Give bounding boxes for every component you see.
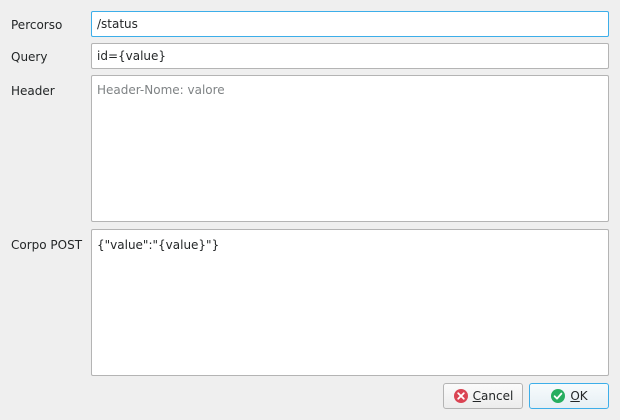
check-circle-icon bbox=[550, 388, 566, 404]
cancel-button-label: Cancel bbox=[473, 388, 514, 404]
post-body-textarea[interactable]: {"value":"{value}"} bbox=[91, 229, 609, 376]
ok-button-label: OK bbox=[570, 388, 587, 404]
path-input[interactable]: /status bbox=[91, 11, 609, 37]
query-input[interactable]: id={value} bbox=[91, 43, 609, 69]
cancel-button[interactable]: Cancel bbox=[443, 383, 523, 409]
path-input-value: /status bbox=[97, 17, 138, 31]
cancel-label-rest: ancel bbox=[481, 389, 514, 403]
cancel-mnemonic: C bbox=[472, 389, 482, 403]
post-body-label: Corpo POST bbox=[11, 238, 83, 252]
ok-button[interactable]: OK bbox=[529, 383, 609, 409]
cancel-circle-icon bbox=[453, 388, 469, 404]
ok-mnemonic: O bbox=[570, 389, 580, 403]
post-body-value: {"value":"{value}"} bbox=[97, 238, 220, 252]
query-input-value: id={value} bbox=[97, 49, 167, 63]
path-label: Percorso bbox=[11, 18, 63, 32]
ok-label-rest: K bbox=[579, 389, 588, 403]
query-label: Query bbox=[11, 50, 48, 64]
header-label: Header bbox=[11, 84, 55, 98]
header-placeholder: Header-Nome: valore bbox=[97, 83, 225, 97]
header-textarea[interactable]: Header-Nome: valore bbox=[91, 75, 609, 222]
ok-icon-circle bbox=[551, 389, 566, 403]
